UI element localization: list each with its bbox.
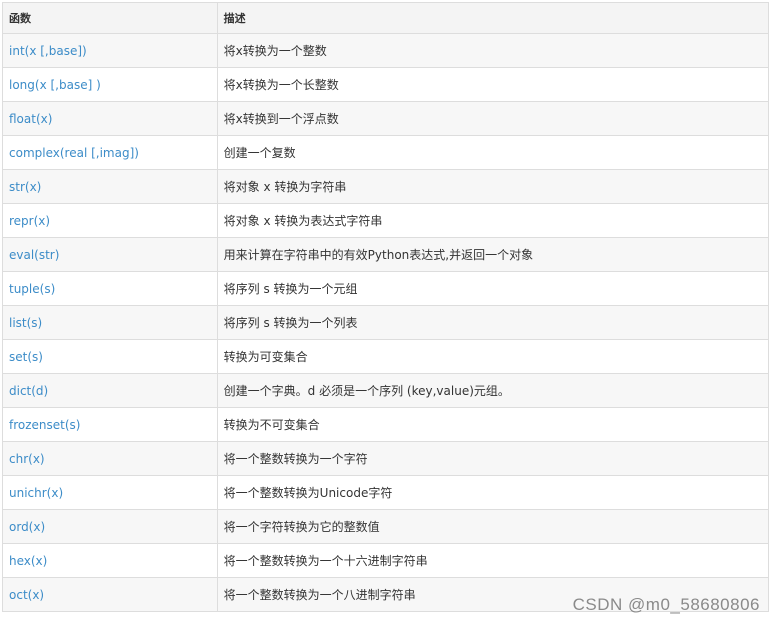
function-cell: set(s) bbox=[2, 339, 218, 374]
function-cell: ord(x) bbox=[2, 509, 218, 544]
table-row: dict(d) 创建一个字典。d 必须是一个序列 (key,value)元组。 bbox=[2, 373, 770, 408]
header-description: 描述 bbox=[216, 2, 770, 34]
table-row: frozenset(s) 转换为不可变集合 bbox=[2, 407, 770, 442]
function-cell: repr(x) bbox=[2, 203, 218, 238]
table-body: int(x [,base]) 将x转换为一个整数 long(x [,base] ) 将… bbox=[2, 33, 770, 612]
function-cell: int(x [,base]) bbox=[2, 33, 218, 68]
table-row: repr(x) 将对象 x 转换为表达式字符串 bbox=[2, 203, 770, 238]
function-cell: float(x) bbox=[2, 101, 218, 136]
function-cell: dict(d) bbox=[2, 373, 218, 408]
function-cell: hex(x) bbox=[2, 543, 218, 578]
table-row: int(x [,base]) 将x转换为一个整数 bbox=[2, 33, 770, 68]
description-cell: 将x转换到一个浮点数 bbox=[216, 101, 770, 136]
header-row: 函数 描述 bbox=[2, 2, 770, 34]
header-function: 函数 bbox=[2, 2, 218, 34]
table-row: unichr(x) 将一个整数转换为Unicode字符 bbox=[2, 475, 770, 510]
description-cell: 创建一个字典。d 必须是一个序列 (key,value)元组。 bbox=[216, 373, 770, 408]
description-cell: 用来计算在字符串中的有效Python表达式,并返回一个对象 bbox=[216, 237, 770, 272]
description-cell: 将一个字符转换为它的整数值 bbox=[216, 509, 770, 544]
function-cell: chr(x) bbox=[2, 441, 218, 476]
table-row: str(x) 将对象 x 转换为字符串 bbox=[2, 169, 770, 204]
table-row: complex(real [,imag]) 创建一个复数 bbox=[2, 135, 770, 170]
function-cell: unichr(x) bbox=[2, 475, 218, 510]
table-row: chr(x) 将一个整数转换为一个字符 bbox=[2, 441, 770, 476]
table-row: list(s) 将序列 s 转换为一个列表 bbox=[2, 305, 770, 340]
table-row: set(s) 转换为可变集合 bbox=[2, 339, 770, 374]
function-cell: long(x [,base] ) bbox=[2, 67, 218, 102]
table-row: hex(x) 将一个整数转换为一个十六进制字符串 bbox=[2, 543, 770, 578]
table-row: eval(str) 用来计算在字符串中的有效Python表达式,并返回一个对象 bbox=[2, 237, 770, 272]
description-cell: 将序列 s 转换为一个元组 bbox=[216, 271, 770, 306]
table-row: ord(x) 将一个字符转换为它的整数值 bbox=[2, 509, 770, 544]
table-row: float(x) 将x转换到一个浮点数 bbox=[2, 101, 770, 136]
function-cell: oct(x) bbox=[2, 577, 218, 612]
description-cell: 将序列 s 转换为一个列表 bbox=[216, 305, 770, 340]
function-cell: tuple(s) bbox=[2, 271, 218, 306]
conversion-functions-table: 函数 描述 int(x [,base]) 将x转换为一个整数 long(x [,ba… bbox=[2, 2, 770, 612]
description-cell: 将对象 x 转换为字符串 bbox=[216, 169, 770, 204]
function-cell: str(x) bbox=[2, 169, 218, 204]
function-cell: complex(real [,imag]) bbox=[2, 135, 218, 170]
description-cell: 将一个整数转换为Unicode字符 bbox=[216, 475, 770, 510]
table-row: long(x [,base] ) 将x转换为一个长整数 bbox=[2, 67, 770, 102]
description-cell: 将x转换为一个长整数 bbox=[216, 67, 770, 102]
description-cell: 将x转换为一个整数 bbox=[216, 33, 770, 68]
function-cell: frozenset(s) bbox=[2, 407, 218, 442]
function-cell: list(s) bbox=[2, 305, 218, 340]
description-cell: 将一个整数转换为一个十六进制字符串 bbox=[216, 543, 770, 578]
description-cell: 转换为可变集合 bbox=[216, 339, 770, 374]
description-cell: 将对象 x 转换为表达式字符串 bbox=[216, 203, 770, 238]
table-header: 函数 描述 bbox=[2, 2, 770, 34]
description-cell: 转换为不可变集合 bbox=[216, 407, 770, 442]
description-cell: 创建一个复数 bbox=[216, 135, 770, 170]
watermark: CSDN @m0_58680806 bbox=[572, 595, 760, 614]
table-row: tuple(s) 将序列 s 转换为一个元组 bbox=[2, 271, 770, 306]
description-cell: 将一个整数转换为一个字符 bbox=[216, 441, 770, 476]
function-cell: eval(str) bbox=[2, 237, 218, 272]
